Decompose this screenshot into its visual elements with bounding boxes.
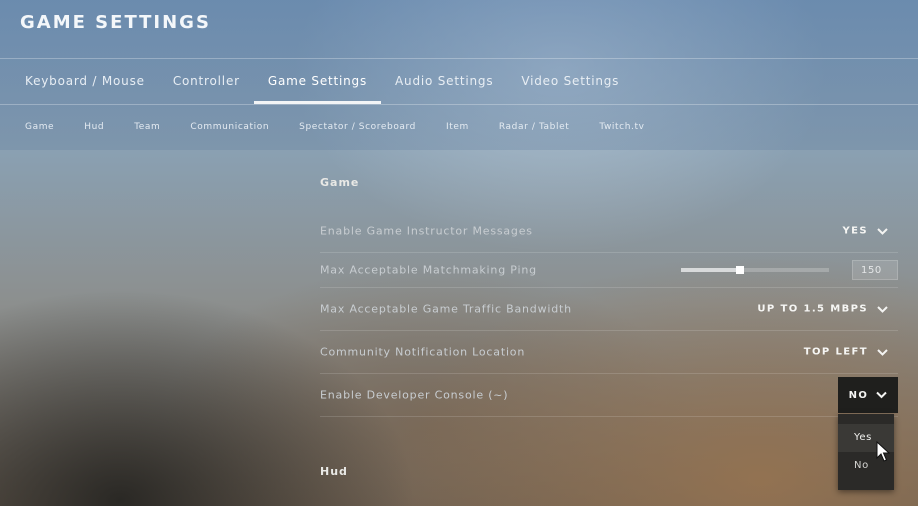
matchmaking-ping-input[interactable] [852,260,898,280]
dropdown-value: NO [848,389,869,401]
setting-row-traffic-bandwidth: Max Acceptable Game Traffic Bandwidth UP… [320,288,898,331]
setting-label: Enable Developer Console (~) [320,388,509,402]
dropdown-value: UP TO 1.5 MBPS [757,303,868,315]
tab-video-settings[interactable]: Video Settings [507,59,633,104]
chevron-down-icon [877,305,888,313]
mouse-pointer-icon [876,441,890,462]
subtab-hud[interactable]: Hud [69,105,119,149]
setting-label: Max Acceptable Matchmaking Ping [320,263,537,277]
slider-fill [681,268,741,272]
setting-row-game-instructor: Enable Game Instructor Messages YES [320,210,898,253]
tab-controller[interactable]: Controller [159,59,254,104]
setting-label: Max Acceptable Game Traffic Bandwidth [320,302,572,316]
game-instructor-dropdown[interactable]: YES [843,226,888,237]
chevron-down-icon [877,348,888,356]
subtab-communication[interactable]: Communication [175,105,284,149]
page-title: GAME SETTINGS [20,12,211,33]
setting-label: Enable Game Instructor Messages [320,224,533,238]
setting-row-developer-console: Enable Developer Console (~) [320,374,898,417]
setting-label: Community Notification Location [320,345,526,359]
chevron-down-icon [876,391,888,399]
tab-game-settings[interactable]: Game Settings [253,59,382,104]
slider-handle[interactable] [736,266,745,274]
subtab-radar-tablet[interactable]: Radar / Tablet [484,105,584,149]
setting-row-matchmaking-ping: Max Acceptable Matchmaking Ping [320,253,898,288]
dropdown-value: TOP LEFT [803,346,868,358]
subtab-spectator-scoreboard[interactable]: Spectator / Scoreboard [284,105,431,149]
matchmaking-ping-slider[interactable] [681,263,829,277]
subtab-twitch-tv[interactable]: Twitch.tv [584,105,659,149]
tab-audio-settings[interactable]: Audio Settings [381,59,507,104]
subtab-item[interactable]: Item [431,105,484,149]
main-tabs: Keyboard / Mouse Controller Game Setting… [0,59,633,104]
traffic-bandwidth-dropdown[interactable]: UP TO 1.5 MBPS [757,304,888,315]
tab-keyboard-mouse[interactable]: Keyboard / Mouse [11,59,159,104]
section-title-game: Game [320,176,360,189]
setting-row-notification-location: Community Notification Location TOP LEFT [320,331,898,374]
sub-tabs: Game Hud Team Communication Spectator / … [0,105,660,149]
subtab-team[interactable]: Team [119,105,175,149]
section-title-hud: Hud [320,465,348,478]
developer-console-dropdown[interactable]: NO [838,377,898,413]
dropdown-value: YES [842,225,868,237]
chevron-down-icon [877,227,888,235]
notification-location-dropdown[interactable]: TOP LEFT [804,347,888,358]
header-bar: GAME SETTINGS Keyboard / Mouse Controlle… [0,0,918,150]
subtab-game[interactable]: Game [10,105,69,149]
